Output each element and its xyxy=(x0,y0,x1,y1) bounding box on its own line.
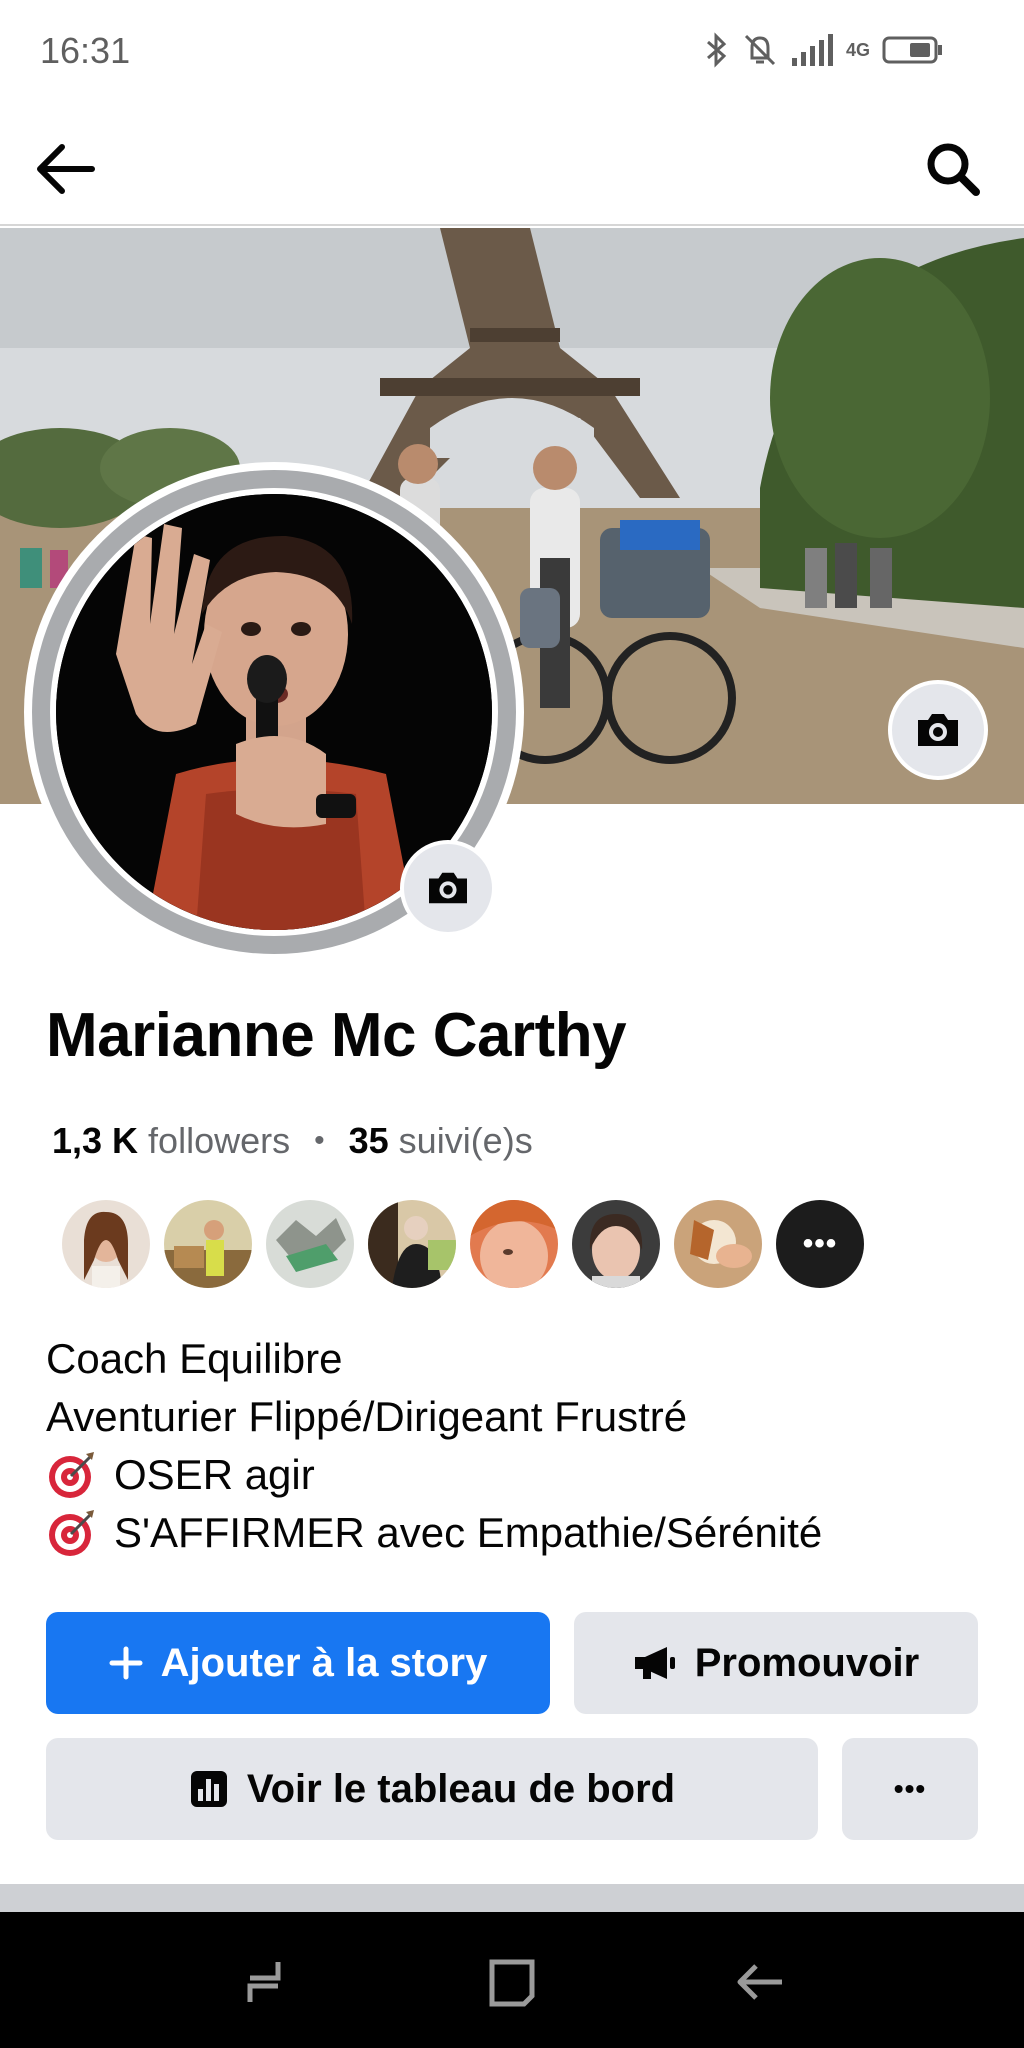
bio-text: S'AFFIRMER avec Empathie/Sérénité xyxy=(114,1509,823,1556)
search-button[interactable] xyxy=(918,134,988,204)
status-bar: 16:31 4G xyxy=(0,0,1024,104)
nav-back-button[interactable] xyxy=(728,1950,792,2014)
bell-off-icon xyxy=(744,34,776,66)
bio-text: Aventurier Flippé/Dirigeant Frustré xyxy=(46,1393,688,1440)
promote-label: Promouvoir xyxy=(694,1640,920,1685)
profile-name: Marianne Mc Carthy xyxy=(46,1001,627,1070)
network-type: 4G xyxy=(845,40,870,60)
battery-icon xyxy=(882,36,942,64)
recent-apps-button[interactable] xyxy=(232,1950,296,2014)
following-count: 35 xyxy=(348,1120,389,1161)
friend-avatar[interactable] xyxy=(62,1200,150,1288)
followers-label: followers xyxy=(148,1120,291,1161)
plus-icon xyxy=(109,1646,143,1680)
view-dashboard-button[interactable]: Voir le tableau de bord xyxy=(46,1738,818,1840)
friend-avatar[interactable] xyxy=(164,1200,252,1288)
bio-line: Aventurier Flippé/Dirigeant Frustré xyxy=(46,1388,822,1446)
bio-text: Coach Equilibre xyxy=(46,1335,343,1382)
profile-stats[interactable]: 1,3 K followers • 35 suivi(e)s xyxy=(52,1120,533,1162)
bar-chart-icon xyxy=(189,1769,229,1809)
home-icon xyxy=(489,1959,535,2007)
edit-avatar-button[interactable] xyxy=(400,840,496,936)
more-actions-button[interactable]: ••• xyxy=(842,1738,978,1840)
bluetooth-icon xyxy=(706,32,727,68)
profile-page: 16:31 4G Marianne Mc Carthy 1,3 K follow… xyxy=(0,0,1024,2048)
megaphone-icon xyxy=(633,1645,677,1681)
search-icon xyxy=(927,143,980,196)
arrow-left-icon xyxy=(37,144,95,194)
add-to-story-button[interactable]: Ajouter à la story xyxy=(46,1612,550,1714)
bio-line: S'AFFIRMER avec Empathie/Sérénité xyxy=(46,1504,822,1562)
more-actions-label: ••• xyxy=(893,1773,927,1804)
recent-apps-icon xyxy=(247,1962,281,2002)
more-friends-button[interactable]: ••• xyxy=(776,1200,864,1288)
section-divider xyxy=(0,1884,1024,1912)
camera-icon xyxy=(429,872,467,904)
bio-line: Coach Equilibre xyxy=(46,1330,822,1388)
app-header xyxy=(0,104,1024,226)
back-icon xyxy=(737,1964,782,2000)
friend-avatar[interactable] xyxy=(266,1200,354,1288)
friend-avatar[interactable] xyxy=(572,1200,660,1288)
status-icons: 4G xyxy=(704,30,944,70)
target-icon xyxy=(49,1510,94,1556)
back-button[interactable] xyxy=(30,134,100,204)
more-friends-label: ••• xyxy=(802,1227,838,1260)
camera-icon xyxy=(918,714,958,746)
stats-separator: • xyxy=(314,1124,325,1157)
friend-avatar[interactable] xyxy=(470,1200,558,1288)
followers-count: 1,3 K xyxy=(52,1120,139,1161)
add-to-story-label: Ajouter à la story xyxy=(160,1640,488,1685)
view-dashboard-label: Voir le tableau de bord xyxy=(246,1766,676,1811)
status-time: 16:31 xyxy=(40,30,131,71)
bio-text: OSER agir xyxy=(114,1451,315,1498)
friends-avatars[interactable]: ••• xyxy=(62,1200,864,1288)
friend-avatar[interactable] xyxy=(674,1200,762,1288)
home-button[interactable] xyxy=(480,1950,544,2014)
following-label: suivi(e)s xyxy=(398,1120,533,1161)
profile-bio: Coach Equilibre Aventurier Flippé/Dirige… xyxy=(46,1330,822,1562)
target-icon xyxy=(49,1452,94,1498)
signal-icon xyxy=(791,34,833,66)
friend-avatar[interactable] xyxy=(368,1200,456,1288)
edit-cover-button[interactable] xyxy=(888,680,988,780)
promote-button[interactable]: Promouvoir xyxy=(574,1612,978,1714)
bio-line: OSER agir xyxy=(46,1446,822,1504)
system-nav-bar xyxy=(0,1912,1024,2048)
